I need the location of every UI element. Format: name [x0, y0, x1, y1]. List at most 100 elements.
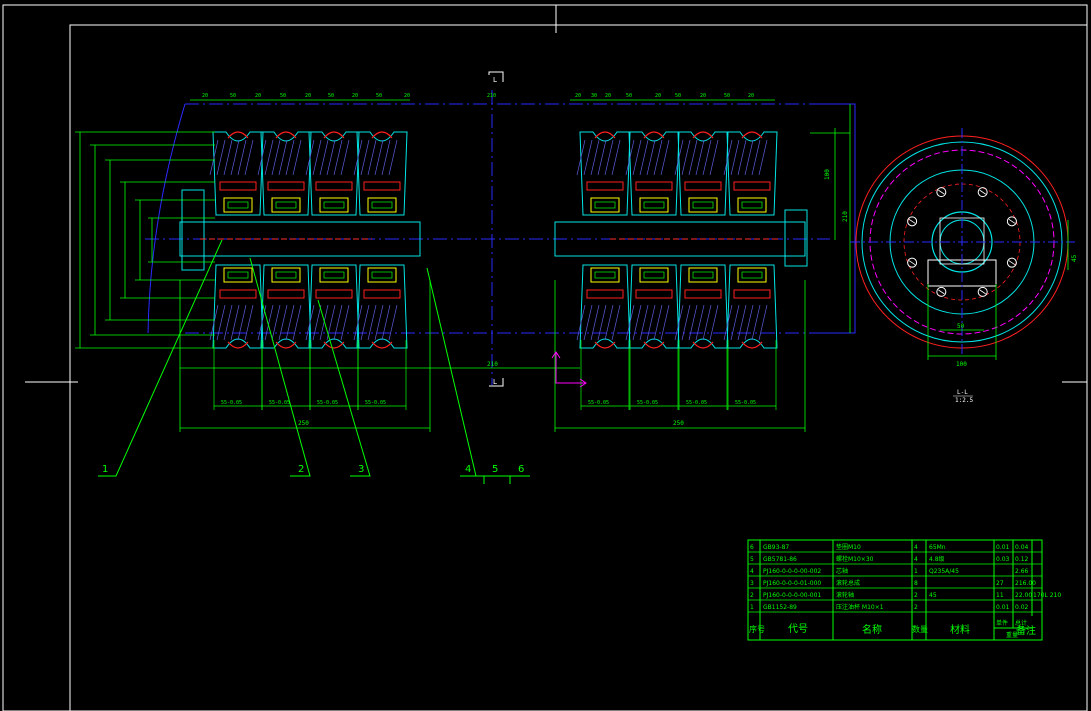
- roller-wheel: [674, 131, 729, 410]
- parts-list-cell: 11: [996, 592, 1004, 599]
- bottom-dimension-texts: 55-0.05 55-0.05 55-0.05 55-0.05 55-0.05 55-0.…: [221, 400, 756, 406]
- callout-4: 4: [465, 464, 471, 475]
- dim-bottom-fit: 55-0.05: [588, 400, 609, 406]
- dim-right-a: 100: [824, 169, 831, 180]
- parts-list-cell: 216.00: [1015, 580, 1036, 587]
- callout-6: 6: [518, 464, 524, 475]
- parts-list-cell: 芯轴: [836, 567, 848, 575]
- parts-list-cell: 65Mn: [929, 544, 946, 551]
- dim-overall-right: 250: [673, 420, 684, 427]
- parts-list-cell: 0.02: [1015, 604, 1029, 611]
- section-texts: 100 50 45: [956, 254, 1078, 368]
- dim-pitch-top: 20: [748, 93, 754, 99]
- bolt-icon: [936, 187, 947, 198]
- dim-pitch-top: 50: [724, 93, 730, 99]
- parts-list-cell: 2.66: [1015, 568, 1029, 575]
- bolt-icon: [977, 187, 988, 198]
- parts-list-cell: 8: [914, 580, 918, 587]
- dim-pitch-top: 50: [626, 93, 632, 99]
- bolt-icon: [977, 286, 988, 297]
- parts-list-cell: PJ160-0-0-0-00-002: [763, 568, 821, 575]
- section-view-title: L-L: [957, 389, 968, 396]
- dim-pitch-top: 20: [404, 93, 410, 99]
- parts-list-cell: 22.00: [1015, 592, 1032, 599]
- parts-list-cell: 45: [929, 592, 937, 599]
- callout-2: 2: [298, 464, 304, 475]
- dim-pitch-top: 20: [202, 93, 208, 99]
- section-mark-top: L: [493, 76, 497, 84]
- dim-pitch-top: 50: [675, 93, 681, 99]
- dim-pitch-top: 20: [605, 93, 611, 99]
- parts-list-cell: Q235A/45: [929, 568, 959, 575]
- callout-5: 5: [492, 464, 498, 475]
- header-note: 备注: [1016, 624, 1036, 637]
- parts-list-cell: 4: [750, 568, 754, 575]
- dim-pitch-top: 50: [376, 93, 382, 99]
- top-dimension-texts: 20 50 20 50 20 50 20 50 20 210 20 30 20 50 20 50 20 50 20: [202, 93, 754, 99]
- leader-lines: [98, 239, 530, 484]
- dimension-lines: [75, 99, 851, 432]
- parts-list-cell: 0.01: [996, 544, 1010, 551]
- parts-list-cell: 1: [750, 604, 754, 611]
- bolt-icon: [907, 216, 918, 227]
- parts-list-cell: 0.04: [1015, 544, 1029, 551]
- parts-list-cell: 4: [914, 544, 918, 551]
- dim-bottom-fit: 55-0.05: [221, 400, 242, 406]
- parts-list-rows: 6 GB93-87 垫圈M10 4 65Mn 0.01 0.04 5 GB5781-86 螺栓M1…: [748, 543, 1061, 613]
- dim-bottom-fit: 55-0.05: [269, 400, 290, 406]
- dim-pitch-top: 50: [230, 93, 236, 99]
- roller-wheel: [625, 131, 680, 410]
- bolt-icon: [907, 257, 918, 268]
- parts-list-cell: 4: [914, 556, 918, 563]
- parts-list-cell: 滚轮轴: [836, 591, 854, 599]
- cad-drawing: 1 2 3 4 5 6 L L 250 250 210 100 210 20 50…: [2, 4, 1088, 711]
- dim-center-span: 210: [487, 361, 498, 368]
- callout-labels: 1 2 3 4 5 6: [102, 464, 524, 475]
- parts-list-cell: 2: [914, 592, 918, 599]
- dim-bottom-fit: 55-0.05: [735, 400, 756, 406]
- parts-list-cell: 0.03: [996, 556, 1010, 563]
- parts-list-cell: 1: [914, 568, 918, 575]
- parts-list-cell: GB93-87: [763, 544, 789, 551]
- dim-bottom-fit: 55-0.05: [637, 400, 658, 406]
- parts-list-cell: 0.01: [996, 604, 1010, 611]
- parts-list-cell: PJ160-0-0-0-01-000: [763, 580, 821, 587]
- header-code: 代号: [788, 623, 808, 635]
- dim-pitch-top: 20: [575, 93, 581, 99]
- bolt-icon: [936, 286, 947, 297]
- roller-wheel: [576, 131, 631, 410]
- parts-list-cell: PJ160-0-0-0-00-001: [763, 592, 821, 599]
- parts-list-cell: 4.8级: [929, 555, 945, 563]
- dim-pitch-top: 20: [255, 93, 261, 99]
- section-view-scale: 1:2.5: [955, 397, 973, 404]
- parts-list-cell: 螺栓M10×30: [836, 555, 874, 563]
- header-no: 序号: [749, 624, 765, 634]
- dim-right-b: 210: [842, 211, 849, 222]
- section-mark-bottom: L: [493, 378, 497, 386]
- dim-pitch-top: 20: [352, 93, 358, 99]
- dim-pitch-top: 210: [487, 93, 496, 99]
- roller-wheel: [723, 131, 778, 410]
- sheet-frame: [2, 4, 1088, 711]
- parts-list-cell: 6: [750, 544, 754, 551]
- centerlines: [145, 90, 856, 385]
- dim-pitch-top: 20: [305, 93, 311, 99]
- header-name: 名称: [862, 623, 882, 636]
- parts-list-cell: 170L 210: [1033, 592, 1061, 599]
- parts-list-cell: 2: [750, 592, 754, 599]
- parts-list-cell: 27: [996, 580, 1004, 587]
- dim-pitch-top: 20: [700, 93, 706, 99]
- parts-list-cell: 滚轮总成: [836, 579, 860, 587]
- callout-3: 3: [358, 464, 364, 475]
- callout-1: 1: [102, 464, 108, 475]
- dim-overall-left: 250: [298, 420, 309, 427]
- parts-list-cell: GB1152-89: [763, 604, 797, 611]
- bolt-icon: [1006, 257, 1017, 268]
- parts-list-cell: 2: [914, 604, 918, 611]
- section-dim-inner: 50: [957, 323, 965, 330]
- parts-list-cell: 0.12: [1015, 556, 1029, 563]
- parts-list-cell: 5: [750, 556, 754, 563]
- dim-bottom-fit: 55-0.05: [317, 400, 338, 406]
- dim-bottom-fit: 55-0.05: [686, 400, 707, 406]
- dim-bottom-fit: 55-0.05: [365, 400, 386, 406]
